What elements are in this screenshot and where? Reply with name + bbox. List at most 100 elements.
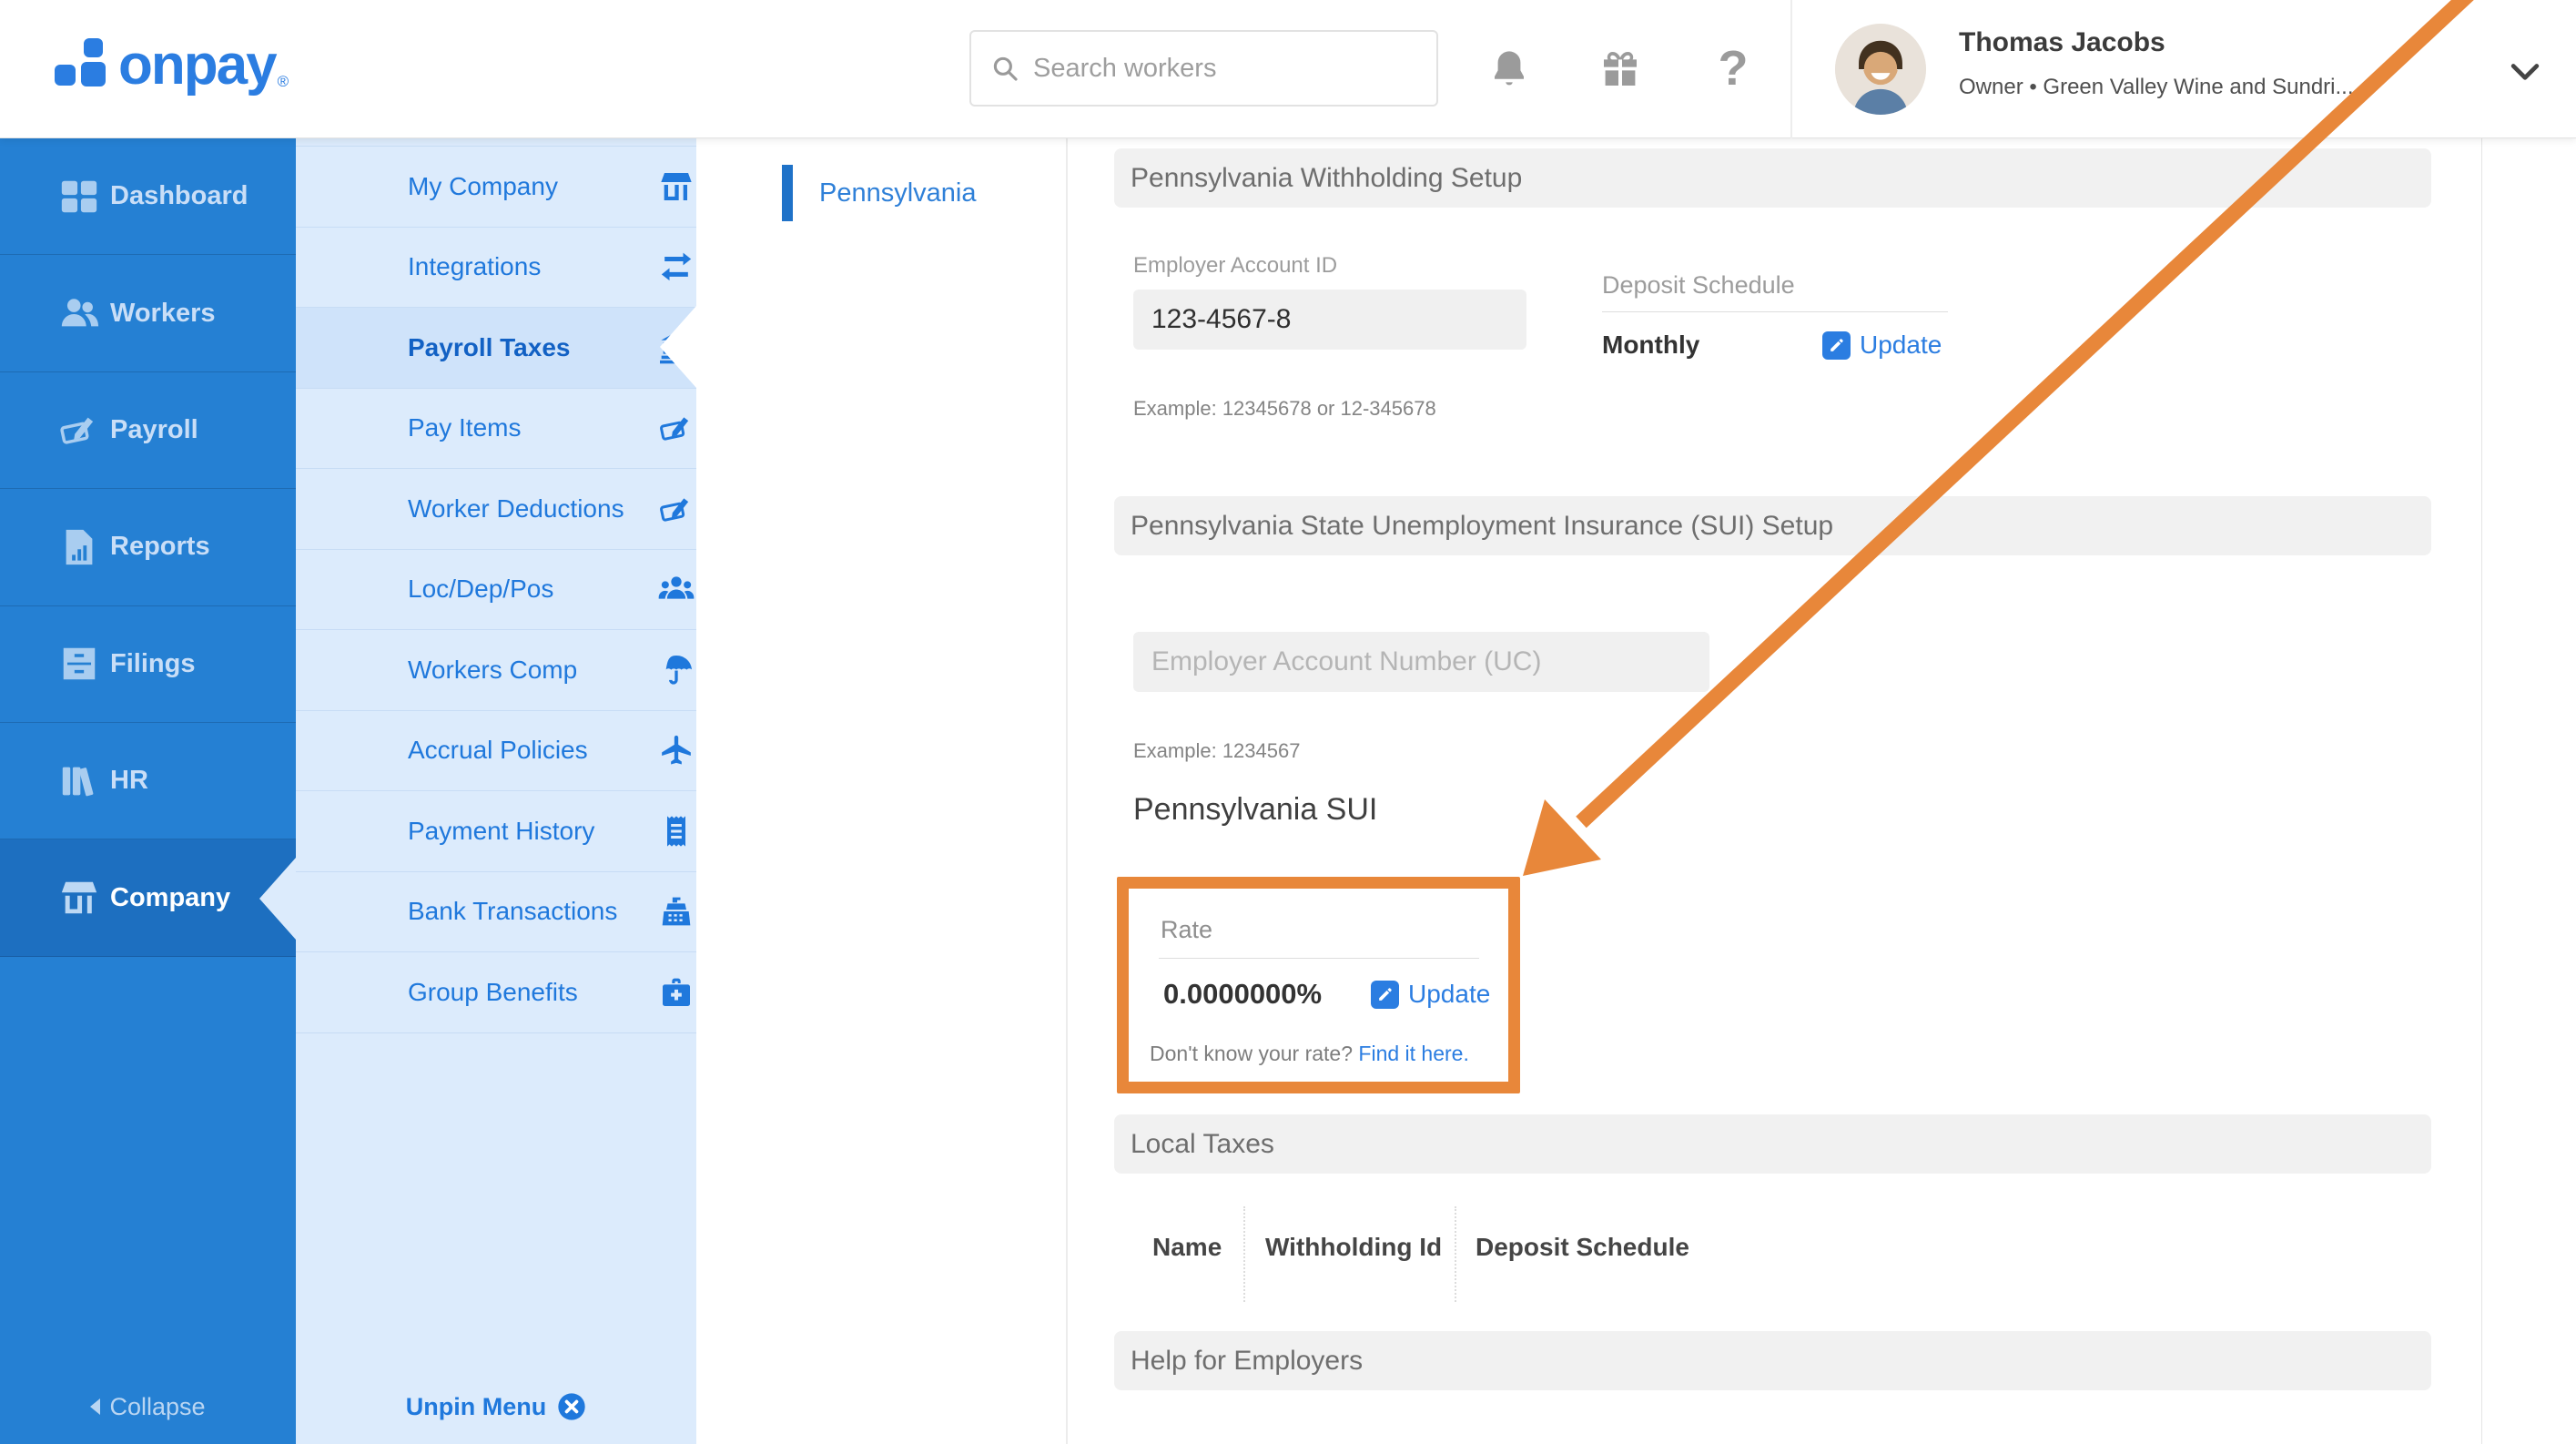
sidebar-item-company[interactable]: Company xyxy=(0,839,296,957)
pennsylvania-sui-heading: Pennsylvania SUI xyxy=(1133,792,1378,827)
hr-books-icon xyxy=(58,760,100,802)
submenu-item-my-company[interactable]: My Company xyxy=(296,147,696,228)
submenu-label: Bank Transactions xyxy=(408,897,618,926)
onpay-logo[interactable]: onpay ® xyxy=(55,36,289,97)
column-divider xyxy=(1455,1206,1456,1302)
sidebar-label: Dashboard xyxy=(110,181,248,211)
submenu-label: Group Benefits xyxy=(408,977,578,1006)
sidebar-label: HR xyxy=(110,766,148,796)
employer-account-id-label: Employer Account ID xyxy=(1133,253,1338,278)
withholding-example-text: Example: 12345678 or 12-345678 xyxy=(1133,397,1436,420)
sidebar-item-workers[interactable]: Workers xyxy=(0,255,296,372)
submenu-label: Integrations xyxy=(408,252,542,281)
sidebar-label: Filings xyxy=(110,648,196,678)
sidebar-label: Company xyxy=(110,882,231,912)
submenu-label: Accrual Policies xyxy=(408,736,588,765)
submenu-item-worker-deductions[interactable]: Worker Deductions xyxy=(296,469,696,550)
sidebar-item-filings[interactable]: Filings xyxy=(0,606,296,723)
user-name: Thomas Jacobs xyxy=(1959,27,2165,57)
airplane-icon xyxy=(658,732,695,768)
top-bar: onpay ® ? Thomas Jacobs Owner • Green Va… xyxy=(0,0,2576,138)
deposit-schedule-divider xyxy=(1602,311,1948,312)
withholding-section-header: Pennsylvania Withholding Setup xyxy=(1114,148,2431,208)
local-taxes-column-deposit-schedule: Deposit Schedule xyxy=(1476,1233,1689,1261)
submenu-item-integrations[interactable]: Integrations xyxy=(296,228,696,308)
storefront-icon xyxy=(58,877,100,919)
state-nav: Pennsylvania xyxy=(696,138,1068,1444)
local-taxes-column-withholding-id: Withholding Id xyxy=(1265,1233,1443,1261)
submenu-item-bank-transactions[interactable]: Bank Transactions xyxy=(296,872,696,952)
content-area: Pennsylvania Withholding Setup Employer … xyxy=(1068,138,2576,1444)
sui-example-text: Example: 1234567 xyxy=(1133,739,1301,762)
sidebar-label: Reports xyxy=(110,532,210,562)
submenu-item-pay-items[interactable]: Pay Items xyxy=(296,389,696,469)
chevron-down-icon[interactable] xyxy=(2505,51,2545,91)
header-divider xyxy=(1790,0,1792,138)
submenu-label: Workers Comp xyxy=(408,655,578,684)
cash-register-icon xyxy=(658,893,695,930)
receipt-icon xyxy=(658,813,695,849)
search-box[interactable] xyxy=(969,30,1438,107)
people-group-icon xyxy=(658,571,695,607)
submenu-item-payment-history[interactable]: Payment History xyxy=(296,791,696,872)
collapse-label: Collapse xyxy=(109,1392,206,1420)
storefront-icon xyxy=(658,168,695,205)
state-label: Pennsylvania xyxy=(819,178,977,208)
local-taxes-section-header: Local Taxes xyxy=(1114,1114,2431,1174)
content-right-border xyxy=(2481,138,2482,1444)
submenu-item-workers-comp[interactable]: Workers Comp xyxy=(296,630,696,711)
submenu-item-loc-dep-pos[interactable]: Loc/Dep/Pos xyxy=(296,550,696,630)
deposit-schedule-label: Deposit Schedule xyxy=(1602,271,1795,299)
unpin-menu-label: Unpin Menu xyxy=(405,1392,547,1420)
collapse-button[interactable]: Collapse xyxy=(0,1386,296,1428)
sidebar-item-hr[interactable]: HR xyxy=(0,723,296,840)
update-label: Update xyxy=(1860,330,1942,359)
umbrella-icon xyxy=(658,652,695,688)
help-section-header: Help for Employers xyxy=(1114,1331,2431,1390)
edit-pencil-icon xyxy=(1371,980,1399,1009)
active-state-indicator xyxy=(782,165,793,221)
user-subtitle: Owner • Green Valley Wine and Sundri... xyxy=(1959,75,2354,99)
gift-icon[interactable] xyxy=(1598,47,1642,91)
submenu-label: Payment History xyxy=(408,816,595,845)
local-taxes-column-name: Name xyxy=(1152,1233,1222,1261)
submenu-item-payroll-taxes[interactable]: Payroll Taxes xyxy=(296,308,696,389)
sui-section-header: Pennsylvania State Unemployment Insuranc… xyxy=(1114,496,2431,555)
search-icon xyxy=(993,56,1018,81)
company-submenu: My Company Integrations Payroll Taxes Pa… xyxy=(296,138,696,1444)
deposit-update-link[interactable]: Update xyxy=(1822,326,1942,364)
unpin-menu-button[interactable]: Unpin Menu xyxy=(296,1386,696,1428)
submenu-label: Payroll Taxes xyxy=(408,332,571,361)
sidebar-item-reports[interactable]: Reports xyxy=(0,489,296,606)
find-it-here-link[interactable]: Find it here. xyxy=(1358,1042,1468,1065)
sidebar-label: Payroll xyxy=(110,414,198,444)
employer-account-id-input[interactable] xyxy=(1133,290,1526,350)
dashboard-icon xyxy=(58,176,100,218)
circle-x-icon xyxy=(558,1393,585,1420)
onpay-logo-icon xyxy=(55,36,113,97)
submenu-item-accrual-policies[interactable]: Accrual Policies xyxy=(296,711,696,791)
column-divider xyxy=(1243,1206,1245,1302)
submenu-label: Worker Deductions xyxy=(408,493,624,523)
update-label: Update xyxy=(1408,980,1491,1008)
notifications-bell-icon[interactable] xyxy=(1487,47,1531,91)
sui-account-number-input[interactable] xyxy=(1133,632,1709,692)
pen-icon xyxy=(658,491,695,527)
sidebar-label: Workers xyxy=(110,298,216,328)
user-avatar[interactable] xyxy=(1835,24,1926,115)
pen-icon xyxy=(658,410,695,446)
help-icon[interactable]: ? xyxy=(1711,40,1755,96)
medkit-icon xyxy=(658,974,695,1011)
active-subitem-wedge xyxy=(660,306,696,388)
deposit-schedule-value: Monthly xyxy=(1602,330,1700,359)
rate-update-link[interactable]: Update xyxy=(1371,976,1490,1012)
submenu-label: Loc/Dep/Pos xyxy=(408,575,554,604)
sidebar-item-dashboard[interactable]: Dashboard xyxy=(0,138,296,256)
submenu-item-group-benefits[interactable]: Group Benefits xyxy=(296,952,696,1033)
search-input[interactable] xyxy=(1033,53,1397,84)
state-nav-item-pennsylvania[interactable]: Pennsylvania xyxy=(696,164,1066,222)
sidebar-item-payroll[interactable]: Payroll xyxy=(0,372,296,490)
rate-help-prefix: Don't know your rate? xyxy=(1150,1042,1359,1065)
rate-divider xyxy=(1159,958,1479,959)
rate-label: Rate xyxy=(1161,916,1213,943)
